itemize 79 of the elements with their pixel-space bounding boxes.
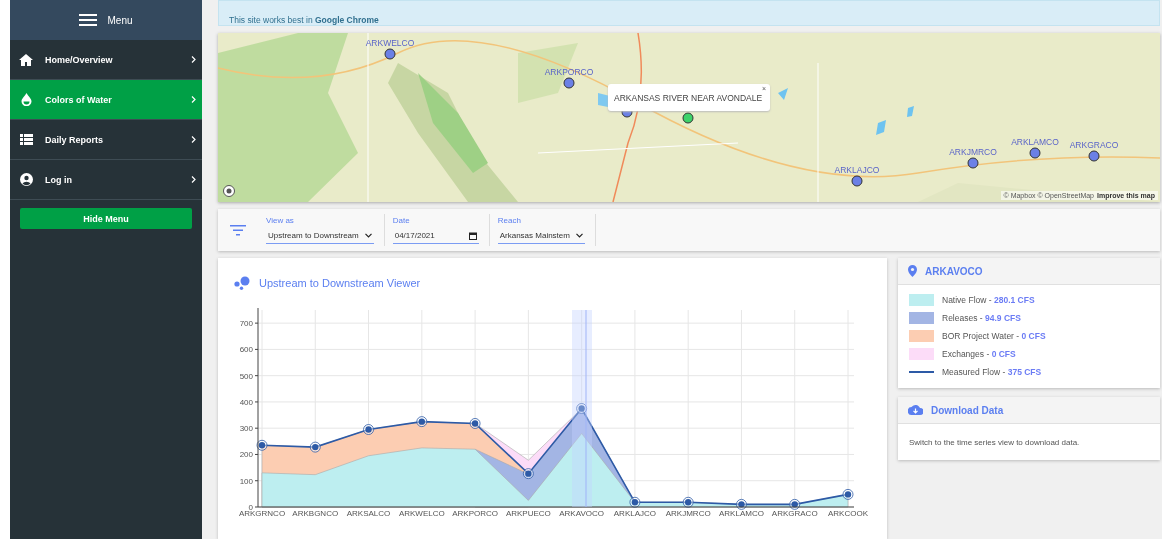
cloud-download-icon	[908, 405, 923, 415]
chevron-icon	[191, 56, 196, 63]
filter-icon[interactable]	[230, 224, 246, 236]
menu-icon[interactable]	[79, 14, 98, 26]
station-label: ARKPORCO	[544, 67, 594, 77]
download-hint: Switch to the time series view to download data.	[908, 437, 1081, 449]
chevron-icon	[191, 176, 196, 183]
filter-label: View as	[266, 216, 295, 225]
home-icon	[19, 53, 33, 66]
download-title: Download Data	[931, 404, 1004, 416]
data-point[interactable]	[256, 439, 268, 451]
notice-text: This site works best in Google Chrome	[229, 15, 379, 25]
station-marker[interactable]	[1029, 147, 1041, 159]
chevron-icon	[191, 136, 196, 143]
legend-label: Releases - 94.9 CFS	[942, 313, 1021, 323]
drop-icon	[20, 93, 32, 106]
x-tick-label: ARKJMRCO	[665, 509, 711, 518]
list-icon	[19, 134, 33, 145]
x-tick-label: ARKBGNCO	[292, 509, 339, 518]
data-point[interactable]	[842, 489, 854, 500]
chevron-icon	[191, 96, 196, 103]
calendar-icon	[468, 231, 477, 240]
x-tick-label: ARKWELCO	[398, 509, 445, 518]
chart-title: Upstream to Downstream Viewer	[259, 277, 421, 289]
station-label: ARKGRACO	[1069, 140, 1119, 150]
station-label: ARKLAJCO	[834, 165, 880, 175]
filter-label: Date	[392, 216, 411, 225]
x-tick-label: ARKCOOK	[828, 509, 868, 518]
station-marker[interactable]	[563, 77, 575, 89]
user-icon	[19, 173, 33, 186]
dropdown[interactable]: Upstream to Downstream	[266, 229, 374, 244]
y-tick-label: 200	[239, 450, 253, 460]
station-marker[interactable]	[384, 48, 396, 60]
data-point[interactable]	[736, 498, 747, 510]
data-point[interactable]	[309, 441, 321, 453]
data-point[interactable]	[469, 418, 481, 429]
y-tick-label: 600	[239, 345, 253, 355]
y-tick-label: 100	[239, 476, 253, 486]
legend-label: BOR Project Water - 0 CFS	[942, 331, 1046, 341]
dropdown[interactable]: Arkansas Mainstem	[497, 229, 585, 244]
legend-label: Native Flow - 280.1 CFS	[942, 295, 1035, 305]
station-marker[interactable]	[1088, 150, 1100, 162]
menu-title: Menu	[107, 14, 133, 26]
legend-label: Exchanges - 0 CFS	[942, 349, 1016, 359]
y-tick-label: 0	[248, 503, 253, 512]
x-tick-label: ARKAVOCO	[559, 509, 604, 518]
x-tick-label: ARKGRACO	[771, 509, 818, 518]
x-tick-label: ARKLAMCO	[719, 509, 764, 518]
filter-label: Reach	[497, 216, 522, 225]
data-point[interactable]	[682, 496, 694, 508]
station-marker[interactable]	[682, 112, 694, 124]
logo-icon	[223, 185, 235, 197]
chevron-down-icon	[364, 233, 372, 238]
data-point[interactable]	[363, 424, 374, 435]
station-title: ARKAVOCO	[925, 265, 983, 277]
x-tick-label: ARKPORCO	[452, 509, 498, 518]
y-tick-label: 700	[239, 319, 253, 329]
legend-label: Measured Flow - 375 CFS	[942, 367, 1042, 377]
station-label: ARKLAMCO	[1011, 137, 1059, 147]
x-tick-label: ARKPUECO	[505, 509, 551, 518]
y-tick-label: 400	[239, 397, 253, 407]
location-pin-icon	[908, 265, 917, 277]
data-point[interactable]	[522, 468, 534, 480]
x-tick-label: ARKLAJCO	[613, 509, 657, 518]
x-tick-label: ARKGRNCO	[238, 509, 286, 518]
bubbles-icon	[234, 276, 250, 290]
station-label: ARKWELCO	[365, 38, 415, 48]
data-point[interactable]	[789, 498, 801, 510]
y-tick-label: 500	[239, 371, 253, 381]
data-point[interactable]	[629, 496, 641, 508]
popup-text: ARKANSAS RIVER NEAR AVONDALE	[614, 92, 763, 103]
date-field[interactable]: 04/17/2021	[392, 229, 479, 244]
x-tick-label: ARKSALCO	[346, 509, 391, 518]
station-marker[interactable]	[967, 157, 979, 169]
chevron-down-icon	[575, 233, 583, 238]
y-tick-label: 300	[239, 424, 253, 434]
station-marker[interactable]	[851, 175, 863, 187]
data-point[interactable]	[416, 416, 428, 428]
station-label: ARKJMRCO	[949, 147, 997, 157]
